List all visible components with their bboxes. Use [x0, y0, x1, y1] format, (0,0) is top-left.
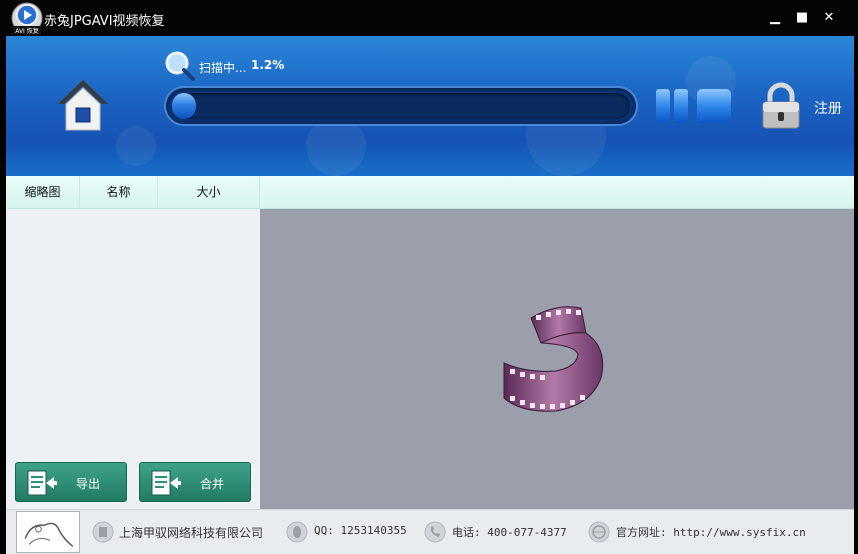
file-list-header: 缩略图 名称 大小 — [6, 176, 854, 209]
toolbar-header: 扫描中... 1.2% 注册 — [6, 36, 854, 176]
register-link[interactable]: 注册 — [814, 98, 842, 118]
window-title: 赤兔JPGAVI视频恢复 — [44, 14, 165, 29]
website-link[interactable]: 官方网址: http://www.sysfix.cn — [616, 524, 806, 540]
lock-icon — [762, 82, 800, 129]
phone-icon — [424, 521, 446, 543]
qq-icon — [286, 521, 308, 543]
export-label: 导出 — [76, 477, 101, 491]
merge-button[interactable]: 合并 — [139, 462, 251, 502]
company-logo-icon — [16, 511, 80, 553]
preview-panel — [260, 209, 854, 509]
column-size[interactable]: 大小 — [158, 176, 260, 209]
column-name[interactable]: 名称 — [80, 176, 158, 209]
phone-number: 电话: 400-077-4377 — [452, 526, 567, 539]
home-icon[interactable] — [54, 76, 112, 134]
maximize-button[interactable]: ■ — [793, 9, 811, 27]
qq-number: QQ: 1253140355 — [314, 524, 407, 537]
scan-percent: 1.2% — [251, 58, 285, 72]
main-frame: 扫描中... 1.2% 注册 缩略图 名称 大小 导出 合并 上海甲驭网络科技有… — [6, 36, 854, 554]
export-icon — [27, 470, 57, 496]
title-bar: AVI 恢复 赤兔JPGAVI视频恢复 ▁ ■ ✕ — [0, 0, 858, 36]
stop-icon[interactable] — [696, 88, 732, 124]
globe-icon — [588, 521, 610, 543]
column-thumbnail[interactable]: 缩略图 — [6, 176, 80, 209]
minimize-button[interactable]: ▁ — [766, 9, 784, 27]
scan-progress-bar — [164, 86, 638, 126]
scan-progress-fill — [172, 93, 196, 119]
company-icon — [92, 521, 114, 543]
search-icon — [165, 51, 195, 81]
footer-bar: 上海甲驭网络科技有限公司 QQ: 1253140355 电话: 400-077-… — [6, 509, 854, 554]
pause-icon[interactable] — [654, 88, 690, 124]
app-logo-icon: AVI 恢复 — [11, 2, 43, 35]
merge-icon — [151, 470, 181, 496]
company-name: 上海甲驭网络科技有限公司 — [119, 526, 264, 540]
film-reel-icon — [503, 306, 604, 412]
close-button[interactable]: ✕ — [820, 9, 838, 27]
merge-label: 合并 — [200, 477, 225, 491]
scan-status-label: 扫描中... — [199, 61, 247, 75]
export-button[interactable]: 导出 — [15, 462, 127, 502]
svg-text:AVI 恢复: AVI 恢复 — [15, 27, 39, 35]
